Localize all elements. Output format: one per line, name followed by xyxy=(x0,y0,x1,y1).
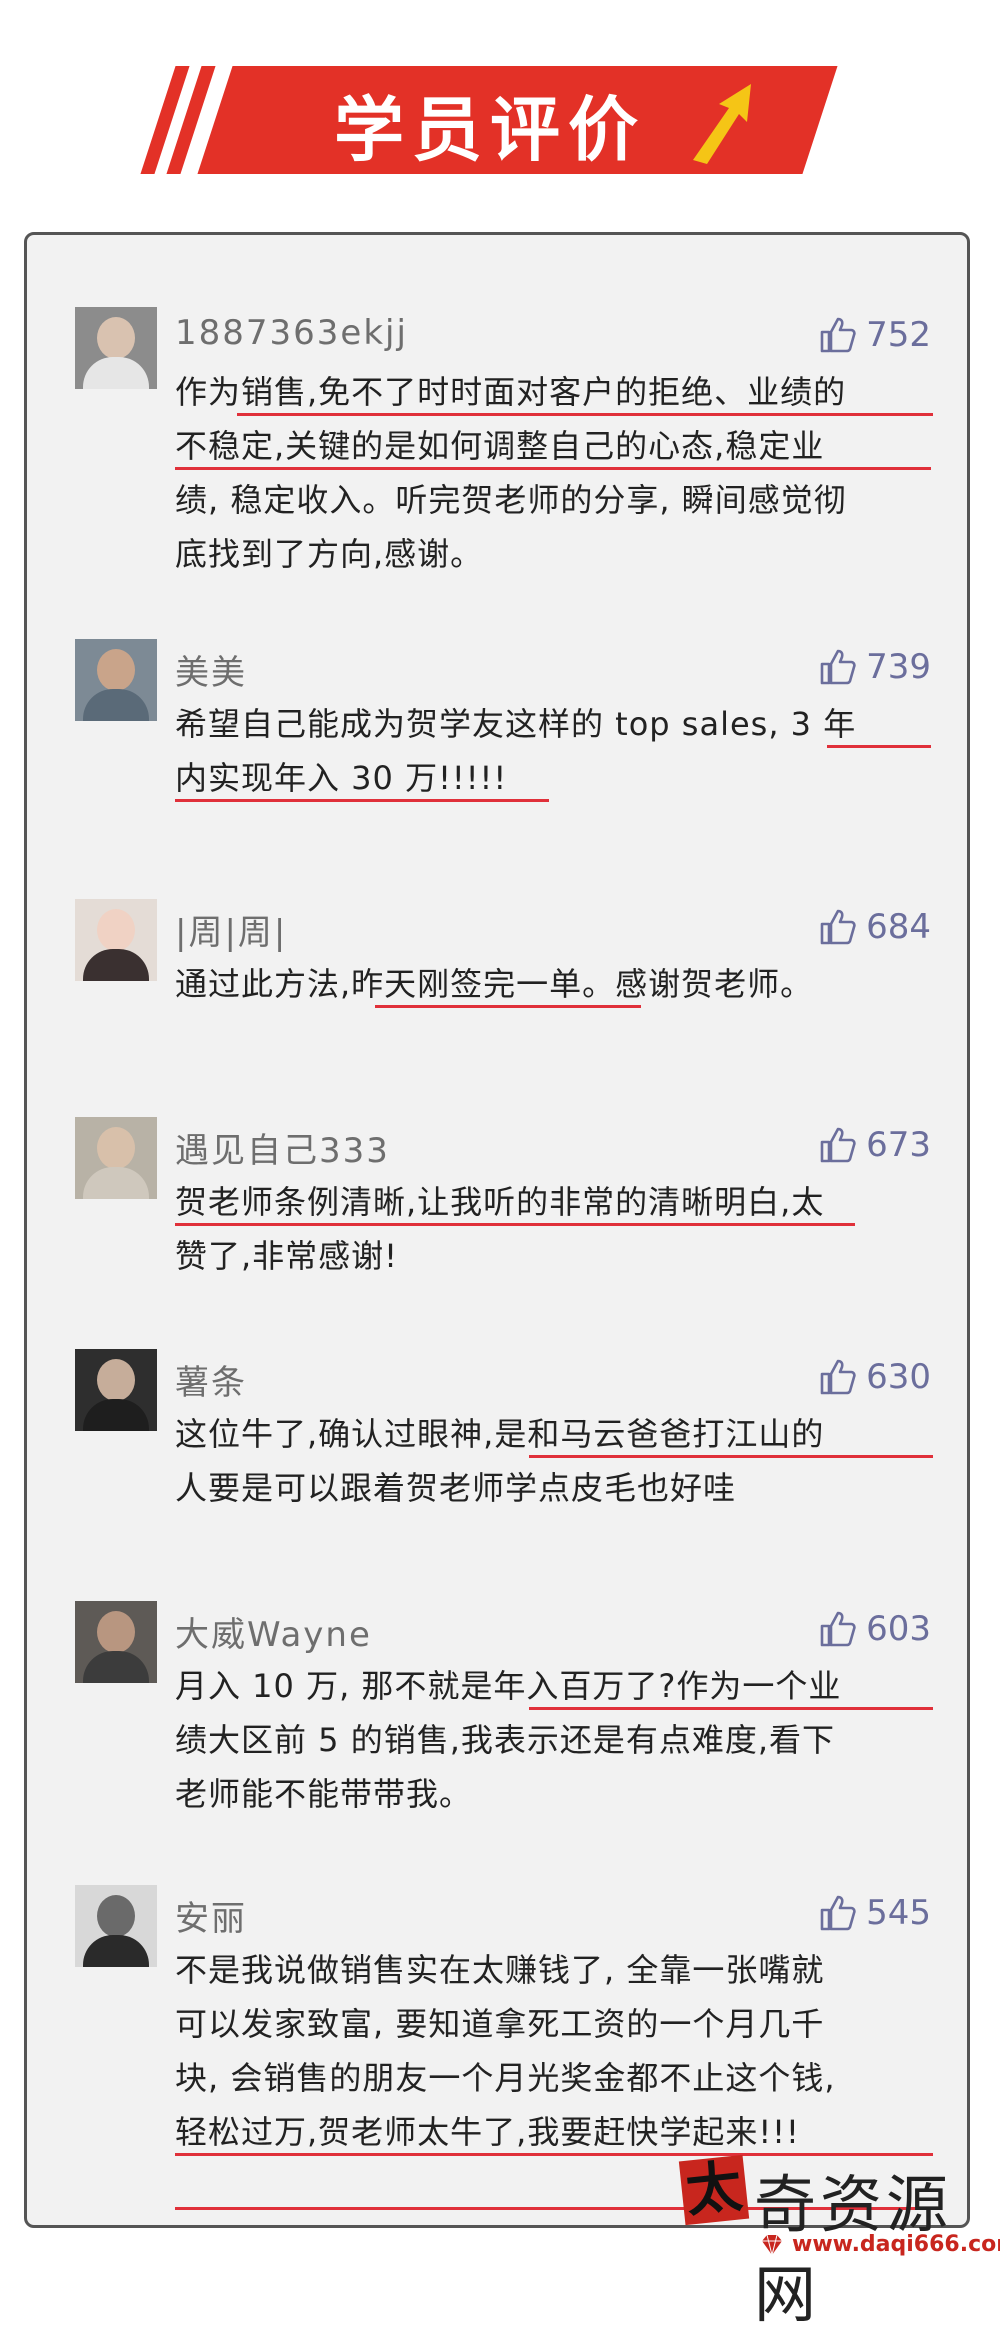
comment-line: 月入 10 万, 那不就是年入百万了?作为一个业 xyxy=(175,1667,842,1705)
thumbs-up-icon[interactable] xyxy=(818,315,858,355)
like-count: 684 xyxy=(866,907,931,947)
highlight-underline xyxy=(175,799,549,802)
comment-text: 希望自己能成为贺学友这样的 top sales, 3 年 内实现年入 30 万!… xyxy=(175,697,935,805)
like-counter[interactable]: 752 xyxy=(818,313,931,357)
comment-line: 内实现年入 30 万!!!!! xyxy=(175,759,508,797)
comment-line: 这位牛了,确认过眼神,是和马云爸爸打江山的 xyxy=(175,1415,825,1453)
avatar xyxy=(75,1885,157,1967)
avatar xyxy=(75,899,157,981)
watermark-url[interactable]: www.daqi666.com xyxy=(792,2232,1000,2257)
highlight-underline xyxy=(529,1707,933,1710)
highlight-underline xyxy=(375,1005,641,1008)
comment-line: 希望自己能成为贺学友这样的 top sales, 3 年 xyxy=(175,705,857,743)
avatar xyxy=(75,1601,157,1683)
like-count: 752 xyxy=(866,315,931,355)
comment-line: 不稳定,关键的是如何调整自己的心态,稳定业 xyxy=(175,427,825,465)
avatar xyxy=(75,1349,157,1431)
comment-text: 这位牛了,确认过眼神,是和马云爸爸打江山的 人要是可以跟着贺老师学点皮毛也好哇 xyxy=(175,1407,935,1515)
comment-text: 贺老师条例清晰,让我听的非常的清晰明白,太 赞了,非常感谢! xyxy=(175,1175,935,1283)
watermark-logo: 太 xyxy=(678,2154,750,2226)
comment-line: 块, 会销售的朋友一个月光奖金都不止这个钱, xyxy=(175,2059,836,2097)
diamond-icon xyxy=(762,2234,782,2256)
like-counter[interactable]: 545 xyxy=(818,1891,931,1935)
like-counter[interactable]: 673 xyxy=(818,1123,931,1167)
growth-arrow-icon xyxy=(693,84,751,164)
commenter-name: 大威Wayne xyxy=(175,1615,372,1655)
comment-text: 不是我说做销售实在太赚钱了, 全靠一张嘴就 可以发家致富, 要知道拿死工资的一个… xyxy=(175,1943,935,2159)
title-banner: 学员评价 xyxy=(140,66,840,174)
site-watermark: 太 奇资源网 www.daqi666.com xyxy=(676,2148,1000,2331)
comment-line: 作为销售,免不了时时面对客户的拒绝、业绩的 xyxy=(175,373,847,411)
highlight-underline xyxy=(175,1223,855,1226)
comment-line: 老师能不能带带我。 xyxy=(175,1775,473,1813)
comment-line: 底找到了方向,感谢。 xyxy=(175,535,484,573)
highlight-underline xyxy=(827,745,931,748)
highlight-underline xyxy=(175,467,931,470)
comment-line: 贺老师条例清晰,让我听的非常的清晰明白,太 xyxy=(175,1183,825,1221)
comment-text: 月入 10 万, 那不就是年入百万了?作为一个业 绩大区前 5 的销售,我表示还… xyxy=(175,1659,935,1821)
highlight-underline xyxy=(237,413,933,416)
commenter-name: |周|周| xyxy=(175,913,288,953)
thumbs-up-icon[interactable] xyxy=(818,907,858,947)
commenter-name: 薯条 xyxy=(175,1363,247,1403)
commenter-name: 安丽 xyxy=(175,1899,247,1939)
avatar xyxy=(75,307,157,389)
thumbs-up-icon[interactable] xyxy=(818,647,858,687)
like-count: 545 xyxy=(866,1893,931,1933)
comment-text: 通过此方法,昨天刚签完一单。感谢贺老师。 xyxy=(175,957,935,1011)
comment-line: 可以发家致富, 要知道拿死工资的一个月几千 xyxy=(175,2005,825,2043)
thumbs-up-icon[interactable] xyxy=(818,1125,858,1165)
reviews-card: 1887363ekjj 752 作为销售,免不了时时面对客户的拒绝、业绩的 不稳… xyxy=(24,232,970,2228)
highlight-underline xyxy=(529,1455,933,1458)
thumbs-up-icon[interactable] xyxy=(818,1357,858,1397)
commenter-name: 遇见自己333 xyxy=(175,1131,390,1171)
like-count: 673 xyxy=(866,1125,931,1165)
like-count: 603 xyxy=(866,1609,931,1649)
comment-line: 不是我说做销售实在太赚钱了, 全靠一张嘴就 xyxy=(175,1951,825,1989)
comment-text: 作为销售,免不了时时面对客户的拒绝、业绩的 不稳定,关键的是如何调整自己的心态,… xyxy=(175,365,935,581)
comment-line: 绩, 稳定收入。听完贺老师的分享, 瞬间感觉彻 xyxy=(175,481,847,519)
like-count: 739 xyxy=(866,647,931,687)
comment-line: 赞了,非常感谢! xyxy=(175,1237,399,1275)
like-counter[interactable]: 630 xyxy=(818,1355,931,1399)
commenter-name: 美美 xyxy=(175,653,247,693)
like-count: 630 xyxy=(866,1357,931,1397)
like-counter[interactable]: 739 xyxy=(818,645,931,689)
comment-line: 绩大区前 5 的销售,我表示还是有点难度,看下 xyxy=(175,1721,836,1759)
thumbs-up-icon[interactable] xyxy=(818,1893,858,1933)
thumbs-up-icon[interactable] xyxy=(818,1609,858,1649)
avatar xyxy=(75,639,157,721)
commenter-name: 1887363ekjj xyxy=(175,313,408,353)
comment-line: 人要是可以跟着贺老师学点皮毛也好哇 xyxy=(175,1469,737,1507)
like-counter[interactable]: 684 xyxy=(818,905,931,949)
like-counter[interactable]: 603 xyxy=(818,1607,931,1651)
avatar xyxy=(75,1117,157,1199)
comment-line: 通过此方法,昨天刚签完一单。感谢贺老师。 xyxy=(175,965,814,1003)
